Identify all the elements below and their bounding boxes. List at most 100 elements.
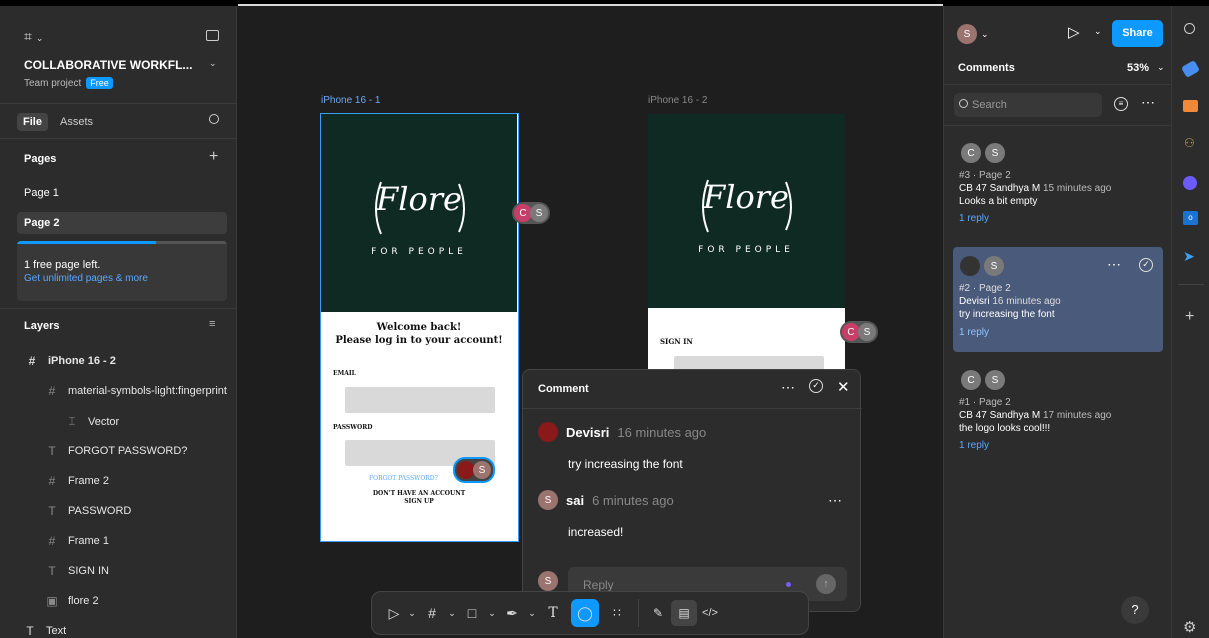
comment-tool-icon[interactable]: ◯ [571, 599, 599, 627]
tab-assets[interactable]: Assets [60, 116, 93, 128]
comment-author: Devisri [566, 424, 610, 440]
layer-item[interactable]: # iPhone 16 - 2 [26, 354, 116, 368]
tag-plugin-icon[interactable] [1181, 60, 1200, 78]
user-menu[interactable]: S ⌄ [957, 24, 989, 44]
frame-label-2[interactable]: iPhone 16 - 2 [648, 95, 708, 106]
page-item-1[interactable]: Page 1 [24, 187, 59, 199]
email-label: EMAIL [333, 370, 356, 377]
dev-mode-icon[interactable]: </> [697, 607, 723, 619]
layer-item[interactable]: ⌶ Vector [66, 414, 119, 429]
design-mode-icon[interactable]: ▤ [671, 600, 697, 626]
frame-tool-icon[interactable]: # [418, 605, 446, 621]
page-item-2[interactable]: Page 2 [17, 212, 227, 234]
bottom-toolbar: ▷ ⌄ # ⌄ □ ⌄ ✒ ⌄ T ◯ ∷ ✎ ▤ </> [371, 591, 809, 635]
actions-tool-icon[interactable]: ∷ [602, 606, 632, 620]
share-button[interactable]: Share [1112, 20, 1163, 47]
flore-logo: Flore FOR PEOPLE [698, 178, 792, 255]
file-title-chevron-icon[interactable]: ⌄ [209, 58, 217, 69]
send-icon[interactable]: ↑ [816, 574, 836, 594]
iphone-frame-2[interactable]: Flore FOR PEOPLE SIGN IN [648, 114, 845, 374]
people-plugin-icon[interactable]: ⚇ [1184, 136, 1195, 150]
zoom-chevron-icon[interactable]: ⌄ [1157, 62, 1165, 73]
resolve-icon[interactable]: ✓ [1139, 258, 1153, 272]
copilot-plugin-icon[interactable] [1183, 176, 1197, 190]
shape-tool-icon[interactable]: □ [458, 605, 486, 621]
pen-tool-icon[interactable]: ✒ [498, 605, 526, 622]
thread-replies[interactable]: 1 reply [959, 327, 1167, 338]
send-plugin-icon[interactable]: ➤ [1183, 248, 1195, 265]
text-tool-icon[interactable]: T [538, 605, 568, 621]
toggle-sidebar-icon[interactable] [206, 30, 219, 41]
forgot-password-link[interactable]: FORGOT PASSWORD? [369, 475, 438, 482]
close-icon[interactable]: ✕ [837, 378, 850, 396]
comment-search-input[interactable]: Search [954, 93, 1102, 117]
canvas[interactable]: iPhone 16 - 1 iPhone 16 - 2 Flore FOR PE… [237, 6, 943, 638]
layer-item[interactable]: T SIGN IN [46, 564, 109, 578]
page-limit-notice: 1 free page left. Get unlimited pages & … [17, 241, 227, 301]
frame-label-1[interactable]: iPhone 16 - 1 [321, 95, 381, 106]
help-button[interactable]: ? [1121, 596, 1149, 624]
layer-item[interactable]: # material-symbols-light:fingerprint [46, 384, 227, 398]
search-icon[interactable] [209, 114, 219, 124]
filter-icon[interactable]: ≡ [1114, 97, 1128, 111]
comment-thread-selected[interactable]: S ⋯ ✓ #2 · Page 2 Devisri 16 minutes ago… [953, 247, 1163, 352]
more-options-icon[interactable]: ⋯ [1141, 94, 1155, 111]
settings-icon[interactable]: ⚙ [1183, 618, 1196, 636]
email-field[interactable] [345, 387, 495, 413]
plan-badge: Free [86, 77, 113, 89]
thread-meta: #3 · Page 2 [959, 170, 1011, 181]
layer-item[interactable]: ▣ flore 2 [46, 594, 98, 608]
comment-pin-active[interactable]: S [453, 457, 495, 483]
present-chevron-icon[interactable]: ⌄ [1094, 26, 1102, 37]
zoom-level[interactable]: 53% [1127, 62, 1149, 74]
reply-placeholder: Reply [583, 578, 614, 592]
layer-item[interactable]: T PASSWORD [46, 504, 131, 518]
main-menu-button[interactable]: ⌗ ⌄ [24, 28, 43, 45]
draw-mode-icon[interactable]: ✎ [645, 606, 671, 620]
comments-header: Comments [958, 62, 1015, 74]
outlook-plugin-icon[interactable]: o [1183, 211, 1198, 225]
avatar: S [473, 461, 491, 479]
project-name[interactable]: Team project [24, 78, 81, 89]
chevron-down-icon[interactable]: ⌄ [406, 608, 418, 619]
file-title[interactable]: COLLABORATIVE WORKFL... [24, 58, 192, 72]
logo-word: Flore [702, 178, 789, 216]
sign-up-link[interactable]: SIGN UP [321, 498, 517, 505]
layer-item[interactable]: # Frame 2 [46, 474, 109, 488]
tab-file[interactable]: File [17, 113, 48, 131]
thread-meta: #2 · Page 2 [959, 283, 1011, 294]
thread-replies[interactable]: 1 reply [959, 213, 1167, 224]
move-tool-icon[interactable]: ▷ [382, 605, 406, 622]
thread-text: Looks a bit empty [959, 196, 1038, 207]
resolve-icon[interactable]: ✓ [809, 379, 823, 393]
briefcase-plugin-icon[interactable] [1183, 100, 1198, 112]
thread-replies[interactable]: 1 reply [959, 440, 1167, 451]
text-icon: T [48, 444, 56, 458]
collapse-layers-icon[interactable]: ≡ [209, 318, 215, 330]
upgrade-link[interactable]: Get unlimited pages & more [24, 273, 148, 284]
logo-arc-text: FOR PEOPLE [371, 247, 467, 257]
comment-popup[interactable]: Comment ⋯ ✓ ✕ Devisri 16 minutes ago try… [522, 369, 862, 612]
more-options-icon[interactable]: ⋯ [1107, 256, 1121, 273]
layer-item[interactable]: T Text [24, 624, 66, 638]
comment-pin[interactable]: CS [840, 321, 878, 343]
search-icon [959, 99, 968, 108]
search-icon[interactable] [1184, 23, 1195, 34]
frame-icon: # [48, 534, 56, 548]
thread-author: CB 47 Sandhya M [959, 183, 1041, 194]
chevron-down-icon[interactable]: ⌄ [486, 608, 498, 619]
add-page-icon[interactable]: + [209, 148, 218, 166]
add-plugin-icon[interactable]: + [1185, 308, 1194, 326]
more-options-icon[interactable]: ⋯ [781, 379, 795, 396]
reply-options-icon[interactable]: ⋯ [828, 492, 842, 509]
present-icon[interactable]: ▷ [1068, 23, 1080, 41]
chevron-down-icon[interactable]: ⌄ [446, 608, 458, 619]
comment-thread[interactable]: CS #1 · Page 2 CB 47 Sandhya M 17 minute… [944, 361, 1172, 461]
comment-thread[interactable]: CS #3 · Page 2 CB 47 Sandhya M 15 minute… [944, 134, 1172, 234]
thread-author: Devisri [959, 296, 990, 307]
comment-pin[interactable]: CS [512, 202, 550, 224]
chevron-down-icon[interactable]: ⌄ [526, 608, 538, 619]
layer-item[interactable]: # Frame 1 [46, 534, 109, 548]
figma-logo-icon: ⌗ [24, 28, 32, 44]
layer-item[interactable]: T FORGOT PASSWORD? [46, 444, 187, 458]
